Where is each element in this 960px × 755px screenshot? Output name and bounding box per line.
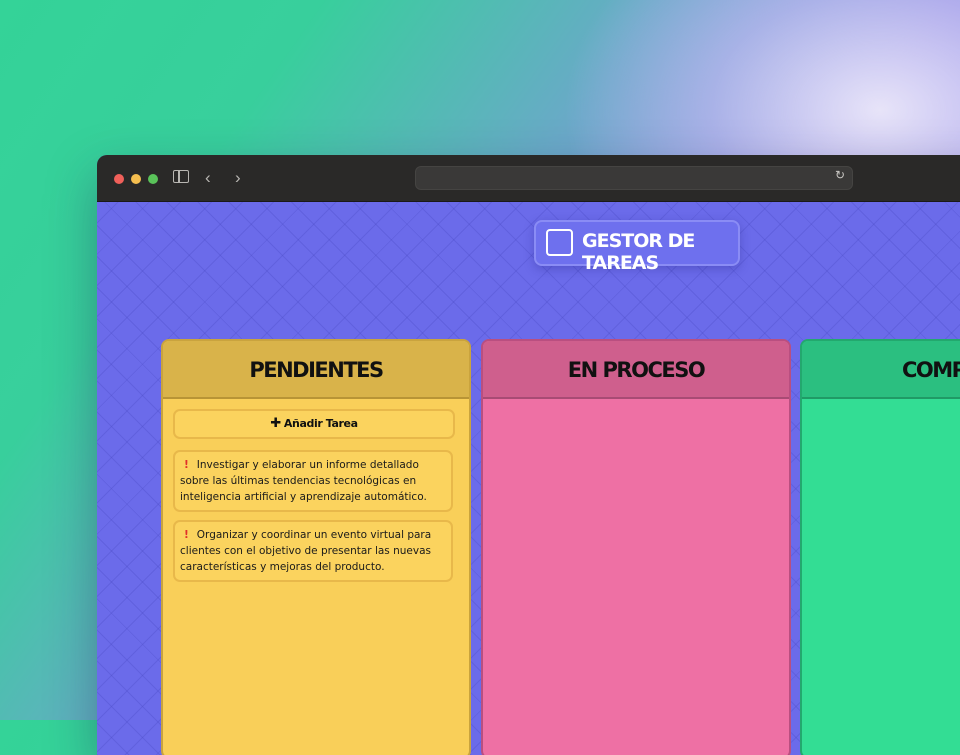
column-in-progress: EN PROCESO [481,339,791,755]
task-card[interactable]: ! Organizar y coordinar un evento virtual… [173,520,453,582]
app-title: GESTOR DE TAREAS [582,230,695,274]
column-title: PENDIENTES [163,341,469,399]
app-title-box: GESTOR DE TAREAS [534,220,740,274]
plus-icon: ✚ [270,416,281,431]
column-title: EN PROCESO [483,341,789,399]
add-task-label: Añadir Tarea [283,417,358,430]
sidebar-toggle-icon[interactable] [173,170,189,183]
maximize-window-button[interactable] [148,174,158,184]
address-bar[interactable]: ↻ [415,166,853,190]
column-pending: PENDIENTES ✚ Añadir Tarea ! Investigar y e… [161,339,471,755]
page-content: GESTOR DE TAREAS PENDIENTES ✚ Añadir Tare… [97,202,960,755]
column-title: COMPLE [802,341,960,399]
back-icon[interactable]: ‹ [205,168,211,188]
reload-icon[interactable]: ↻ [835,168,845,182]
task-card[interactable]: ! Investigar y elaborar un informe detall… [173,450,453,512]
checkbox-icon [546,229,573,256]
column-completed: COMPLE [800,339,960,755]
exclamation-icon: ! [184,529,189,541]
task-text: Investigar y elaborar un informe detalla… [180,459,427,503]
minimize-window-button[interactable] [131,174,141,184]
forward-icon[interactable]: › [235,168,241,188]
add-task-button[interactable]: ✚ Añadir Tarea [173,409,455,439]
task-text: Organizar y coordinar un evento virtual … [180,529,432,573]
exclamation-icon: ! [184,459,189,471]
close-window-button[interactable] [114,174,124,184]
browser-window: ‹ › ↻ GESTOR DE TAREAS PENDIENTES ✚ Añadi… [97,155,960,755]
browser-toolbar: ‹ › ↻ [97,155,960,202]
